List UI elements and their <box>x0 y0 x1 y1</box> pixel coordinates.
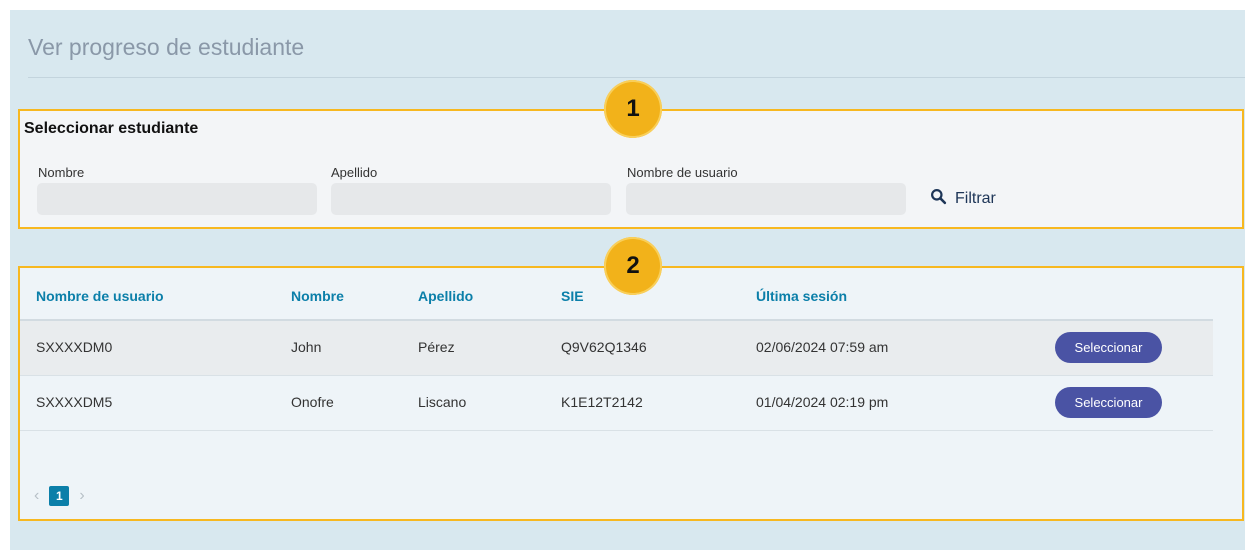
filter-button-label: Filtrar <box>955 190 996 207</box>
page-number-button[interactable]: 1 <box>49 486 70 506</box>
column-header-last-session[interactable]: Última sesión <box>756 288 847 304</box>
cell-sie: Q9V62Q1346 <box>561 339 647 355</box>
column-header-sie[interactable]: SIE <box>561 288 584 304</box>
username-input[interactable] <box>626 183 906 215</box>
filter-button[interactable]: Filtrar <box>930 183 996 215</box>
callout-badge-2: 2 <box>604 237 662 295</box>
column-header-last-name[interactable]: Apellido <box>418 288 473 304</box>
cell-username: SXXXXDM0 <box>36 339 113 355</box>
column-header-first-name[interactable]: Nombre <box>291 288 344 304</box>
callout-badge-1: 1 <box>604 80 662 138</box>
filter-heading: Seleccionar estudiante <box>24 120 199 137</box>
username-label: Nombre de usuario <box>627 165 738 180</box>
cell-username: SXXXXDM5 <box>36 394 113 410</box>
cell-first-name: John <box>291 339 322 355</box>
cell-first-name: Onofre <box>291 394 334 410</box>
cell-last-name: Pérez <box>418 339 455 355</box>
table-row: SXXXXDM5 Onofre Liscano K1E12T2142 01/04… <box>20 376 1213 431</box>
pagination: ‹ 1 › <box>34 486 85 506</box>
last-name-label: Apellido <box>331 165 378 180</box>
cell-last-session: 02/06/2024 07:59 am <box>756 339 889 355</box>
chevron-left-icon[interactable]: ‹ <box>34 487 39 505</box>
select-student-button[interactable]: Seleccionar <box>1055 332 1162 363</box>
page-background: Ver progreso de estudiante Seleccionar e… <box>10 10 1245 550</box>
page-title: Ver progreso de estudiante <box>28 34 305 60</box>
title-divider <box>28 77 1245 78</box>
cell-sie: K1E12T2142 <box>561 394 643 410</box>
chevron-right-icon[interactable]: › <box>79 487 84 505</box>
last-name-input[interactable] <box>331 183 611 215</box>
cell-last-session: 01/04/2024 02:19 pm <box>756 394 889 410</box>
first-name-label: Nombre <box>38 165 85 180</box>
table-row: SXXXXDM0 John Pérez Q9V62Q1346 02/06/202… <box>20 321 1213 376</box>
select-student-button[interactable]: Seleccionar <box>1055 387 1162 418</box>
students-table-panel: Nombre de usuario Nombre Apellido SIE Úl… <box>18 266 1244 521</box>
cell-last-name: Liscano <box>418 394 467 410</box>
column-header-username[interactable]: Nombre de usuario <box>36 288 164 304</box>
first-name-input[interactable] <box>37 183 317 215</box>
search-icon <box>930 188 947 210</box>
